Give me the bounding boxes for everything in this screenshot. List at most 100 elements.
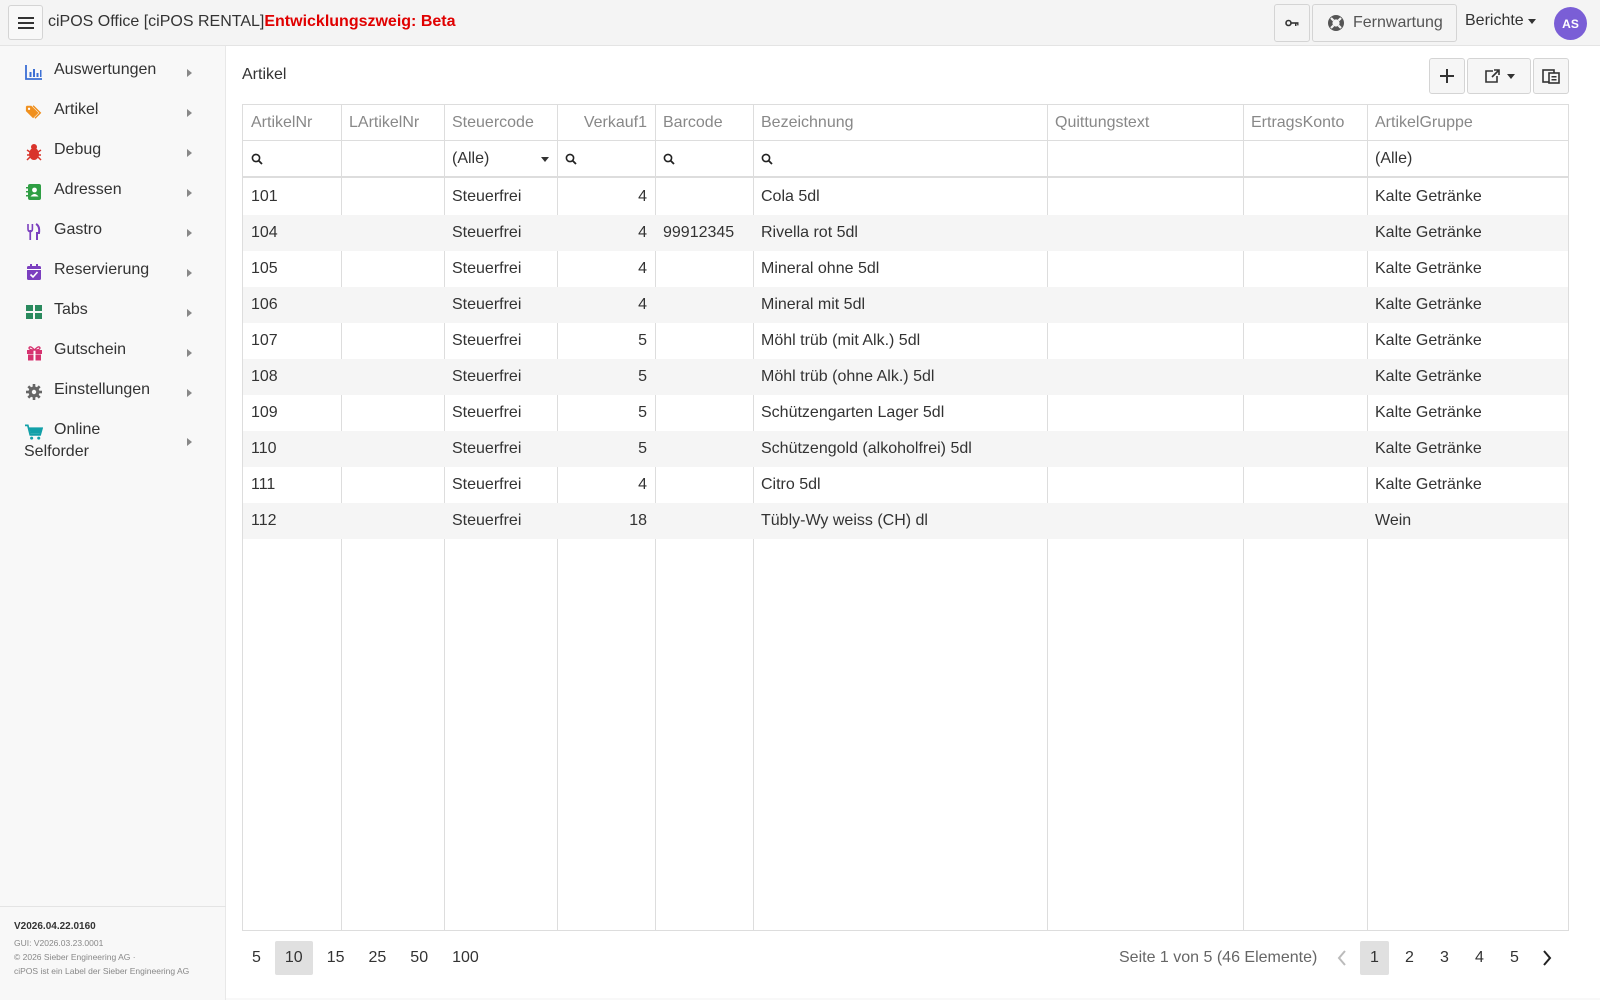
cell-bezeichnung: Rivella rot 5dl [761, 224, 858, 241]
hamburger-icon [17, 16, 34, 29]
column-header-bezeichnung[interactable]: Bezeichnung [753, 105, 1047, 141]
life-ring-icon [1328, 15, 1344, 31]
table-row[interactable]: 104 Steuerfrei 4 99912345 Rivella rot 5dl Kal… [243, 215, 1568, 251]
page-size-option[interactable]: 5 [242, 941, 271, 975]
page-size-option[interactable]: 50 [400, 941, 438, 975]
sidebar-item-tabs[interactable]: Tabs [0, 298, 226, 328]
app-name: ciPOS Office [ciPOS RENTAL] [48, 13, 265, 30]
cell-artikelnr: 109 [251, 404, 278, 421]
user-avatar[interactable]: AS [1554, 7, 1587, 40]
page-size-option[interactable]: 15 [317, 941, 355, 975]
chevron-right-icon [187, 438, 192, 446]
column-header-lartikelnr[interactable]: LArtikelNr [341, 105, 444, 141]
sidebar-item-debug[interactable]: Debug [0, 138, 226, 168]
reports-dropdown[interactable]: Berichte [1465, 12, 1536, 30]
column-header-verkauf1[interactable]: Verkauf1 [557, 105, 655, 141]
table-row[interactable]: 112 Steuerfrei 18 Tübly-Wy weiss (CH) dl Wei… [243, 503, 1568, 539]
cell-quittungstext [1047, 395, 1243, 431]
table-row[interactable]: 108 Steuerfrei 5 Möhl trüb (ohne Alk.) 5dl K… [243, 359, 1568, 395]
page-size-option[interactable]: 100 [442, 941, 489, 975]
column-chooser-button[interactable] [1533, 58, 1569, 94]
sidebar-item-label: Einstellungen [54, 381, 151, 398]
cell-barcode [655, 395, 753, 431]
cell-quittungstext [1047, 215, 1243, 251]
table-row[interactable]: 110 Steuerfrei 5 Schützengold (alkoholfrei)… [243, 431, 1568, 467]
table-row[interactable]: 101 Steuerfrei 4 Cola 5dl Kalte Getränke [243, 179, 1568, 215]
cell-bezeichnung: Schützengarten Lager 5dl [761, 404, 945, 421]
sidebar-item-gutschein[interactable]: Gutschein [0, 338, 226, 368]
cell-quittungstext [1047, 287, 1243, 323]
cell-artikelgruppe: Kalte Getränke [1375, 440, 1482, 457]
license-key-button[interactable] [1274, 4, 1310, 42]
column-header-steuercode[interactable]: Steuercode [444, 105, 557, 141]
column-header-barcode[interactable]: Barcode [655, 105, 753, 141]
sidebar-item-artikel[interactable]: Artikel [0, 98, 226, 128]
filter-verkauf1[interactable] [557, 141, 655, 177]
cell-steuercode: Steuerfrei [452, 476, 522, 493]
cell-lartikelnr [341, 503, 444, 539]
cell-lartikelnr [341, 323, 444, 359]
cell-ertragskonto [1243, 215, 1367, 251]
column-header-ertragskonto[interactable]: ErtragsKonto [1243, 105, 1367, 141]
cell-barcode [655, 503, 753, 539]
sidebar-footer: V2026.04.22.0160 GUI: V2026.03.23.0001 ©… [0, 906, 226, 976]
sidebar-item-auswertungen[interactable]: Auswertungen [0, 58, 226, 88]
table-row[interactable]: 111 Steuerfrei 4 Citro 5dl Kalte Getränke [243, 467, 1568, 503]
cell-verkauf1: 4 [638, 476, 647, 493]
cell-ertragskonto [1243, 503, 1367, 539]
cell-verkauf1: 4 [638, 224, 647, 241]
filter-artikelnr[interactable] [243, 141, 341, 177]
sidebar-item-label: Gutschein [54, 341, 127, 358]
search-icon [761, 153, 773, 165]
sidebar-item-gastro[interactable]: Gastro [0, 218, 226, 248]
filter-quittungstext[interactable] [1047, 141, 1243, 177]
cell-ertragskonto [1243, 287, 1367, 323]
filter-steuercode-select[interactable]: (Alle) [444, 141, 557, 177]
chevron-right-icon [187, 389, 192, 397]
previous-page-button[interactable] [1330, 941, 1354, 975]
filter-lartikelnr[interactable] [341, 141, 444, 177]
page-button[interactable]: 2 [1395, 941, 1424, 975]
main-content: Artikel ArtikelNr LArtikelNr Steuercode … [226, 46, 1600, 998]
plus-icon [1440, 69, 1454, 83]
cell-artikelnr: 108 [251, 368, 278, 385]
page-size-option[interactable]: 10 [274, 941, 313, 975]
column-header-artikelnr[interactable]: ArtikelNr [243, 105, 341, 141]
sidebar-item-label: Artikel [54, 101, 99, 118]
export-button[interactable] [1467, 58, 1531, 94]
filter-bezeichnung[interactable] [753, 141, 1047, 177]
cell-bezeichnung: Citro 5dl [761, 476, 821, 493]
page-button[interactable]: 3 [1430, 941, 1459, 975]
cell-steuercode: Steuerfrei [452, 404, 522, 421]
sidebar-item-adressen[interactable]: Adressen [0, 178, 226, 208]
shopping-cart-icon [25, 423, 43, 441]
table-row[interactable]: 106 Steuerfrei 4 Mineral mit 5dl Kalte Geträ… [243, 287, 1568, 323]
column-header-quittungstext[interactable]: Quittungstext [1047, 105, 1243, 141]
utensils-icon [25, 223, 43, 241]
page-button[interactable]: 1 [1360, 941, 1389, 975]
filter-barcode[interactable] [655, 141, 753, 177]
filter-ertragskonto[interactable] [1243, 141, 1367, 177]
search-icon [251, 153, 263, 165]
filter-artikelgruppe-select[interactable]: (Alle) [1367, 141, 1570, 177]
page-button[interactable]: 4 [1465, 941, 1494, 975]
sidebar-item-online-selforder[interactable]: Online Selforder [0, 418, 226, 466]
table-row[interactable]: 105 Steuerfrei 4 Mineral ohne 5dl Kalte Getr… [243, 251, 1568, 287]
sidebar-item-einstellungen[interactable]: Einstellungen [0, 378, 226, 408]
table-row[interactable]: 109 Steuerfrei 5 Schützengarten Lager 5dl Ka… [243, 395, 1568, 431]
add-button[interactable] [1429, 58, 1465, 94]
page-title: Artikel [242, 66, 287, 83]
remote-support-button[interactable]: Fernwartung [1312, 4, 1457, 42]
gui-version: GUI: V2026.03.23.0001 [14, 938, 104, 948]
cell-artikelnr: 111 [251, 476, 276, 493]
chevron-down-icon [1506, 73, 1515, 79]
table-row[interactable]: 107 Steuerfrei 5 Möhl trüb (mit Alk.) 5dl Ka… [243, 323, 1568, 359]
next-page-button[interactable] [1535, 941, 1559, 975]
cell-steuercode: Steuerfrei [452, 332, 522, 349]
sidebar-item-reservierung[interactable]: Reservierung [0, 258, 226, 288]
page-size-option[interactable]: 25 [359, 941, 397, 975]
hamburger-menu-button[interactable] [8, 5, 43, 40]
column-header-artikelgruppe[interactable]: ArtikelGruppe [1367, 105, 1570, 141]
cell-lartikelnr [341, 359, 444, 395]
page-button[interactable]: 5 [1500, 941, 1529, 975]
